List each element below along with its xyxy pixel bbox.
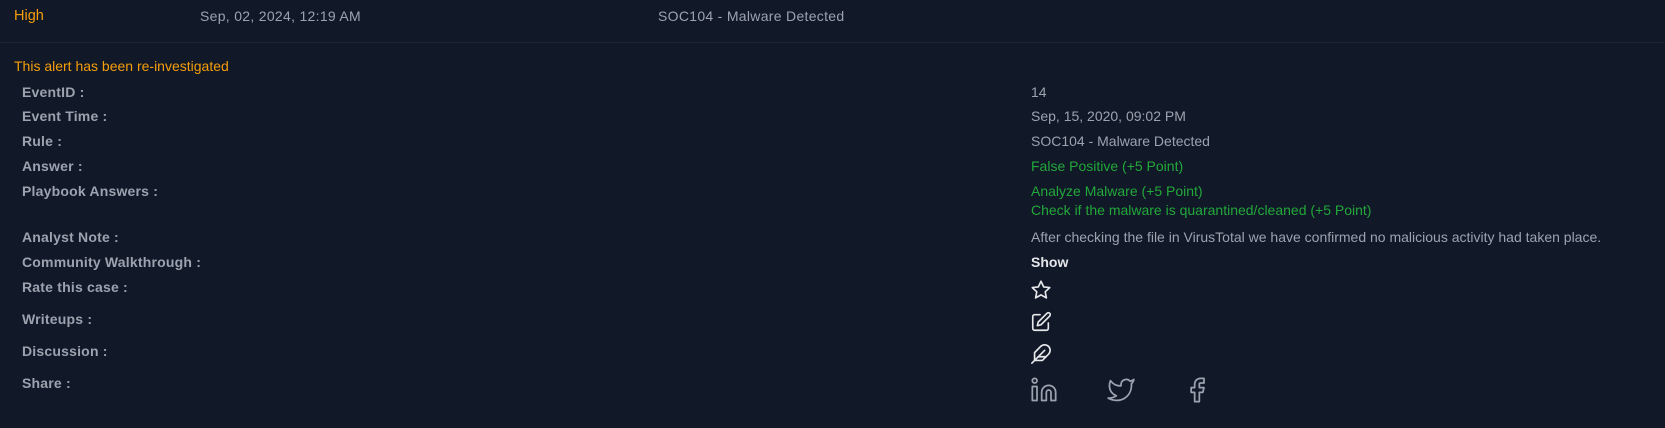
event-id-value: 14 (1031, 84, 1047, 100)
rule-value: SOC104 - Malware Detected (1031, 133, 1210, 149)
rule-label: Rule : (22, 133, 63, 149)
playbook-answer-item: Check if the malware is quarantined/clea… (1031, 202, 1372, 218)
analyst-note-label: Analyst Note : (22, 229, 119, 245)
alert-rule-name: SOC104 - Malware Detected (658, 8, 845, 24)
playbook-answers-label: Playbook Answers : (22, 183, 159, 199)
alert-date: Sep, 02, 2024, 12:19 AM (200, 8, 362, 24)
star-icon[interactable] (1030, 279, 1052, 301)
event-id-label: EventID : (22, 84, 85, 100)
walkthrough-show-link[interactable]: Show (1031, 254, 1068, 270)
linkedin-icon[interactable] (1030, 376, 1058, 404)
community-walkthrough-label: Community Walkthrough : (22, 254, 202, 270)
share-label: Share : (22, 375, 71, 391)
answer-value: False Positive (+5 Point) (1031, 158, 1184, 174)
facebook-icon[interactable] (1183, 376, 1211, 404)
reinvestigated-notice: This alert has been re-investigated (14, 58, 229, 74)
event-time-value: Sep, 15, 2020, 09:02 PM (1031, 108, 1186, 124)
discussion-label: Discussion : (22, 343, 108, 359)
answer-label: Answer : (22, 158, 83, 174)
edit-icon[interactable] (1030, 311, 1052, 333)
feather-icon[interactable] (1030, 343, 1052, 365)
twitter-icon[interactable] (1107, 376, 1135, 404)
severity-label: High (14, 8, 44, 24)
rate-case-label: Rate this case : (22, 279, 128, 295)
writeups-label: Writeups : (22, 311, 93, 327)
event-time-label: Event Time : (22, 108, 108, 124)
alert-header-row[interactable]: High Sep, 02, 2024, 12:19 AM SOC104 - Ma… (0, 0, 1665, 43)
analyst-note-value: After checking the file in VirusTotal we… (1031, 229, 1602, 245)
playbook-answer-item: Analyze Malware (+5 Point) (1031, 183, 1203, 199)
